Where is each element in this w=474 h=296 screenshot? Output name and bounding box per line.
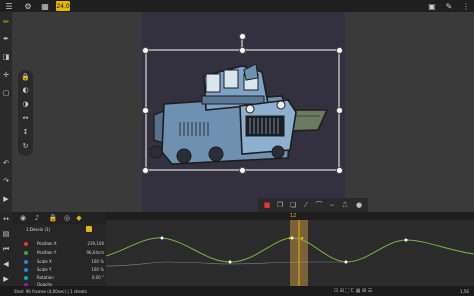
status-bar: Shot: 96 frames (4,00sec) | 1 sheets ⊡ ⊞… <box>0 286 474 296</box>
layer-row[interactable]: 1:Dessin (1) <box>12 225 106 235</box>
width-icon[interactable]: ↔ <box>20 113 31 123</box>
sound-icon[interactable]: ♪ <box>32 213 42 223</box>
curve-graph[interactable] <box>105 220 474 286</box>
color-dot <box>24 268 28 272</box>
ease-out-curve-icon[interactable]: ⌣ <box>327 200 337 210</box>
resize-handle-bottom-right[interactable] <box>336 167 343 174</box>
ease-in-curve-icon[interactable]: ⌒ <box>314 200 324 210</box>
playhead-frame-number: 12 <box>290 213 297 219</box>
curve-toolbar: ■ ❐ ❏ ⁄ ⌒ ⌣ ⎍ ● <box>258 198 368 212</box>
resize-handle-top-left[interactable] <box>142 47 149 54</box>
layers-icon[interactable]: ▤ <box>1 229 11 239</box>
selection-box <box>145 36 340 171</box>
property-row[interactable]: Position Y 96,64cm <box>12 249 106 257</box>
transform-panel: 🔒 ◐ ◑ ↔ ↕ ↻ <box>18 70 33 156</box>
height-icon[interactable]: ↕ <box>20 127 31 137</box>
linear-curve-icon[interactable]: ⁄ <box>301 200 311 210</box>
step-curve-icon[interactable]: ⎍ <box>340 200 350 210</box>
color-dot <box>24 260 28 264</box>
property-row[interactable]: Position X 239,100 <box>12 240 106 248</box>
resize-handle-bottom[interactable] <box>239 167 246 174</box>
frame-ruler[interactable]: 12 <box>105 212 474 227</box>
lock-icon[interactable]: 🔒 <box>20 72 31 82</box>
property-row[interactable]: Scale X 100 % <box>12 258 106 266</box>
copy-key-icon[interactable]: ❐ <box>275 200 285 210</box>
flip-vertical-icon[interactable]: ◑ <box>20 99 31 109</box>
flip-icon[interactable]: ◐ <box>20 85 31 95</box>
resize-handle-left[interactable] <box>142 107 149 114</box>
rotate-handle[interactable] <box>239 33 246 40</box>
resize-handle-bottom-left[interactable] <box>142 167 149 174</box>
color-dot <box>24 251 28 255</box>
lock-layer-icon[interactable]: 🔒 <box>48 213 58 223</box>
resize-handle-top[interactable] <box>239 47 246 54</box>
color-dot <box>24 242 28 246</box>
color-dot <box>24 276 28 280</box>
info-icon[interactable]: ● <box>354 200 364 210</box>
status-text: Shot: 96 frames (4,00sec) | 1 sheets <box>14 289 87 294</box>
timeline-toolbar: ◉ ♪ 🔒 ◎ ◆ <box>12 212 106 224</box>
rotate-icon[interactable]: ↻ <box>20 141 31 151</box>
expand-icon[interactable]: ↔ <box>1 214 11 224</box>
curve-graph-svg <box>105 220 474 286</box>
keyframe-icon[interactable]: ◆ <box>74 213 84 223</box>
status-icons: ⊡ ⊞ ⛶ C ▦ ⊠ ☰ <box>334 288 373 294</box>
onion-icon[interactable]: ◎ <box>62 213 72 223</box>
eye-icon[interactable]: ◉ <box>18 213 28 223</box>
status-right-value: 1,56 <box>460 289 469 294</box>
layer-name: 1:Dessin (1) <box>26 227 51 232</box>
property-row[interactable]: Scale Y 100 % <box>12 266 106 274</box>
delete-key-icon[interactable]: ■ <box>262 200 272 210</box>
layer-keyframe-badge <box>86 226 92 232</box>
paste-key-icon[interactable]: ❏ <box>288 200 298 210</box>
resize-handle-right[interactable] <box>336 107 343 114</box>
resize-handle-top-right[interactable] <box>336 47 343 54</box>
prev-frame-icon[interactable]: ◀ <box>1 259 11 269</box>
first-frame-icon[interactable]: ⏮ <box>1 244 11 254</box>
next-frame-icon[interactable]: ▶ <box>1 274 11 284</box>
timeline-side-controls: ↔ ▤ ⏮ ◀ ▶ <box>0 212 12 286</box>
